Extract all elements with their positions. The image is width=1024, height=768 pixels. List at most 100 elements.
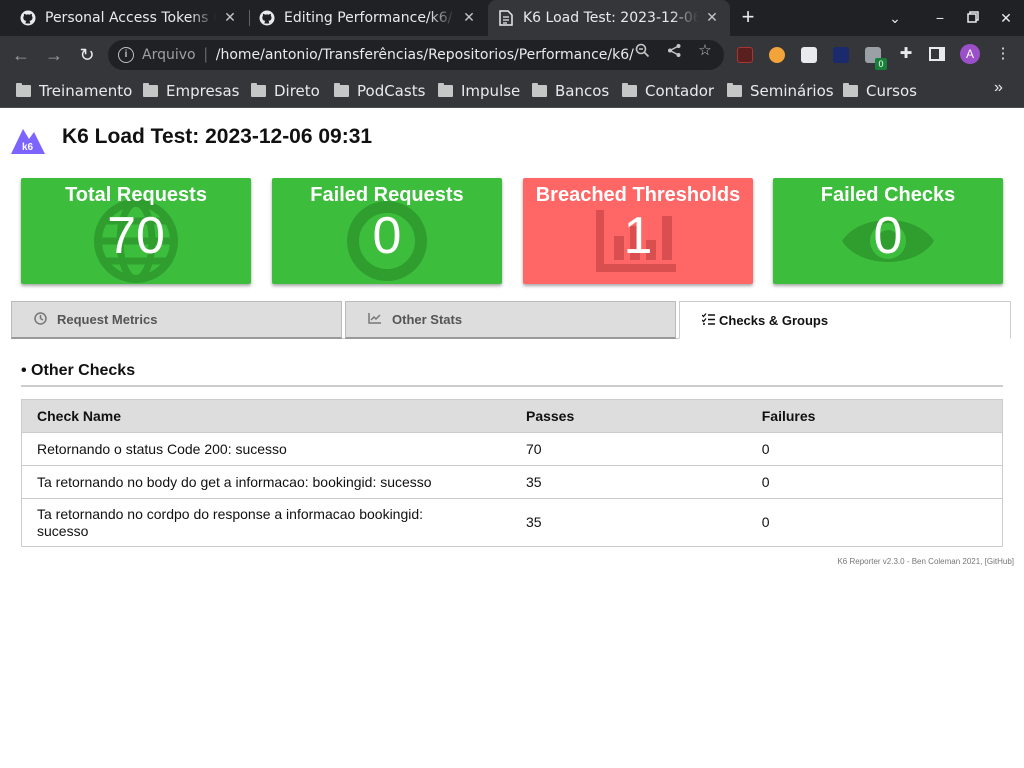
box-label: Total Requests	[65, 184, 207, 206]
box-value: 0	[372, 207, 402, 265]
avatar[interactable]: A	[960, 44, 980, 64]
browser-tab-personal-access-tokens[interactable]: Personal Access Tokens ( ✕	[10, 0, 248, 36]
bookmark-label: PodCasts	[357, 82, 426, 100]
box-value: 0	[873, 207, 903, 265]
bookmark-label: Empresas	[166, 82, 240, 100]
share-icon[interactable]	[666, 43, 682, 59]
folder-icon	[143, 83, 158, 97]
side-panel-icon[interactable]	[929, 47, 945, 61]
minimize-icon[interactable]: −	[930, 8, 950, 28]
column-header-check-name: Check Name	[20, 399, 511, 433]
failures-cell: 0	[746, 465, 1003, 499]
folder-icon	[334, 83, 349, 97]
restore-icon[interactable]	[963, 8, 983, 28]
bookmark-label: Treinamento	[39, 82, 133, 100]
back-icon[interactable]: ←	[10, 44, 32, 66]
address-divider: |	[203, 46, 208, 63]
browser-toolbar: ← → ↻ i Arquivo | /home/antonio/Transfer…	[0, 36, 1024, 74]
puzzle-icon[interactable]: ✚	[898, 46, 914, 62]
bookmark-empresas[interactable]: Empresas	[143, 81, 240, 101]
folder-icon	[532, 83, 547, 97]
bookmark-seminarios[interactable]: Seminários	[727, 81, 834, 101]
bookmark-cursos[interactable]: Cursos	[843, 81, 917, 101]
reload-icon[interactable]: ↻	[76, 44, 98, 66]
folder-icon	[438, 83, 453, 97]
github-icon	[20, 10, 36, 26]
checks-table: Check Name Passes Failures Retornando o …	[20, 399, 1003, 547]
check-name-cell: Ta retornando no cordpo do response a in…	[20, 498, 511, 547]
extension-blue-icon[interactable]	[833, 47, 849, 63]
address-url[interactable]: /home/antonio/Transferências/Repositorio…	[216, 47, 634, 63]
extension-qr-icon[interactable]	[801, 47, 817, 63]
table-row: Ta retornando no cordpo do response a in…	[20, 498, 1003, 547]
extension-pdf-icon[interactable]	[737, 47, 753, 63]
check-name-cell: Ta retornando no body do get a informaca…	[20, 465, 511, 499]
close-window-icon[interactable]: ✕	[996, 8, 1016, 28]
failures-cell: 0	[746, 498, 1003, 547]
folder-icon	[251, 83, 266, 97]
table-row: Retornando o status Code 200: sucesso 70…	[20, 432, 1003, 466]
box-label: Breached Thresholds	[535, 184, 741, 206]
bookmark-contador[interactable]: Contador	[622, 81, 714, 101]
extension-badge: 0	[875, 58, 887, 70]
tab-search-icon[interactable]: ⌄	[885, 8, 905, 28]
box-label: Failed Requests	[310, 184, 464, 206]
summary-box-total-requests: Total Requests 70	[21, 178, 251, 284]
site-info-icon[interactable]: i	[118, 47, 134, 63]
tab-request-metrics[interactable]: Request Metrics	[11, 301, 342, 339]
passes-cell: 35	[510, 465, 747, 499]
bookmark-direto[interactable]: Direto	[251, 81, 320, 101]
tab-other-stats[interactable]: Other Stats	[345, 301, 676, 339]
bookmark-star-icon[interactable]: ☆	[697, 43, 713, 59]
menu-kebab-icon[interactable]: ⋮	[995, 46, 1011, 62]
summary-box-breached-thresholds: Breached Thresholds 1	[523, 178, 753, 284]
browser-tabstrip: Personal Access Tokens ( ✕ Editing Perfo…	[0, 0, 1024, 36]
tab-label: Request Metrics	[57, 312, 158, 327]
extension-orange-icon[interactable]	[769, 47, 785, 63]
close-icon[interactable]: ✕	[704, 10, 720, 26]
checklist-icon	[701, 312, 715, 328]
table-header-row: Check Name Passes Failures	[20, 399, 1003, 433]
box-value: 1	[623, 207, 653, 265]
column-header-passes: Passes	[510, 399, 747, 433]
bookmark-podcasts[interactable]: PodCasts	[334, 81, 425, 101]
summary-box-failed-requests: Failed Requests 0	[272, 178, 502, 284]
github-icon	[259, 10, 275, 26]
bookmarks-bar: Treinamento Empresas Direto PodCasts Imp…	[0, 74, 1024, 108]
bookmark-label: Impulse	[461, 82, 521, 100]
summary-box-failed-checks: Failed Checks 0	[773, 178, 1003, 284]
zoom-icon[interactable]	[634, 43, 650, 59]
bookmark-label: Seminários	[750, 82, 834, 100]
bookmark-impulse[interactable]: Impulse	[438, 81, 520, 101]
bookmark-label: Bancos	[555, 82, 610, 100]
forward-icon[interactable]: →	[43, 44, 65, 66]
tab-checks-and-groups[interactable]: Checks & Groups	[679, 301, 1011, 339]
bookmark-treinamento[interactable]: Treinamento	[16, 81, 132, 101]
browser-tab-editing-performance[interactable]: Editing Performance/k6/ ✕	[249, 0, 487, 36]
tab-title: Editing Performance/k6/	[284, 10, 453, 26]
bookmark-bancos[interactable]: Bancos	[532, 81, 609, 101]
document-icon	[498, 10, 514, 26]
bookmarks-overflow-icon[interactable]: »	[994, 79, 1003, 97]
address-bar[interactable]: i Arquivo | /home/antonio/Transferências…	[108, 40, 724, 70]
line-chart-icon	[368, 312, 382, 327]
folder-icon	[843, 83, 858, 97]
tab-title: K6 Load Test: 2023-12-06 (	[523, 10, 698, 26]
check-name-cell: Retornando o status Code 200: sucesso	[20, 432, 511, 466]
tab-label: Other Stats	[392, 312, 463, 327]
close-icon[interactable]: ✕	[461, 10, 477, 26]
column-header-failures: Failures	[746, 399, 1003, 433]
folder-icon	[622, 83, 637, 97]
report-footer[interactable]: K6 Reporter v2.3.0 - Ben Coleman 2021, […	[837, 557, 1014, 566]
tab-label: Checks & Groups	[719, 312, 829, 328]
box-value: 70	[107, 207, 165, 265]
browser-tab-k6-load-test[interactable]: K6 Load Test: 2023-12-06 ( ✕	[488, 0, 730, 36]
bookmark-label: Direto	[274, 82, 320, 100]
folder-icon	[727, 83, 742, 97]
k6-logo-text: k6	[22, 142, 34, 153]
new-tab-icon[interactable]: +	[738, 6, 758, 28]
tab-title: Personal Access Tokens (	[45, 10, 216, 26]
close-icon[interactable]: ✕	[222, 10, 238, 26]
report-tabs: Request Metrics Other Stats Checks & Gro…	[11, 301, 1011, 339]
passes-cell: 70	[510, 432, 747, 466]
